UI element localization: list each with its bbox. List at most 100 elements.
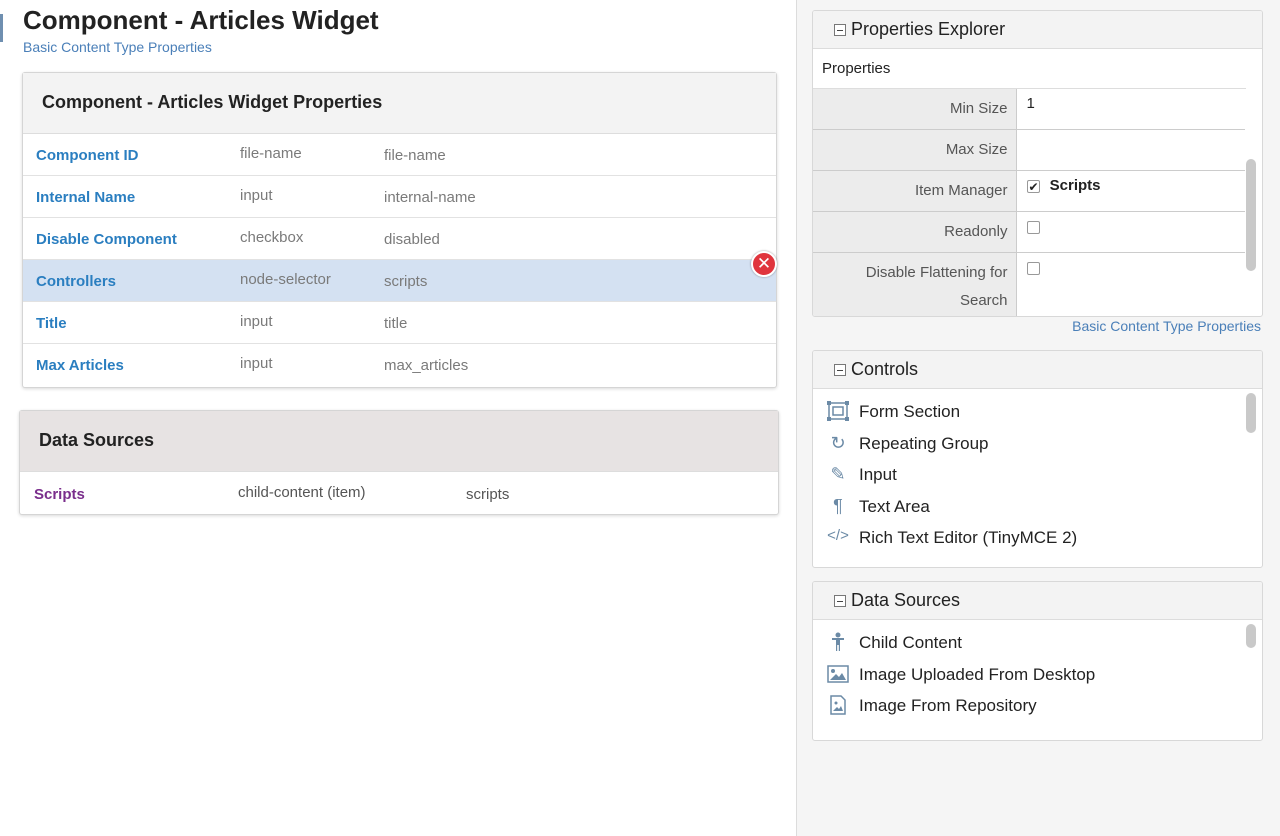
field-label: Max Articles bbox=[36, 357, 124, 374]
control-item[interactable]: ✎ Input bbox=[813, 459, 1262, 491]
field-id: file-name bbox=[384, 147, 446, 164]
data-source-item[interactable]: Image Uploaded From Desktop bbox=[813, 659, 1262, 691]
field-id: disabled bbox=[384, 231, 440, 248]
field-id: title bbox=[384, 315, 408, 332]
accent-bar bbox=[0, 14, 3, 42]
property-row: Min Size 1 bbox=[813, 89, 1245, 130]
field-label: Internal Name bbox=[36, 189, 136, 206]
control-label: Text Area bbox=[859, 496, 930, 516]
min-size-input[interactable]: 1 bbox=[1016, 89, 1245, 130]
collapse-icon[interactable] bbox=[834, 595, 846, 607]
page-subtitle[interactable]: Basic Content Type Properties bbox=[23, 39, 212, 55]
data-source-label: Image From Repository bbox=[859, 696, 1037, 715]
field-label: Controllers bbox=[36, 273, 117, 290]
property-row: Readonly bbox=[813, 211, 1245, 253]
field-id: scripts bbox=[384, 273, 428, 290]
delete-field-button[interactable]: ✕ bbox=[751, 251, 777, 277]
data-sources-list: Child Content Image Uploaded From Deskto… bbox=[813, 620, 1262, 722]
data-sources-panel: Data Sources Child Content Image Uploade… bbox=[812, 581, 1263, 741]
code-icon: </> bbox=[827, 527, 849, 544]
data-sources-header[interactable]: Data Sources bbox=[813, 582, 1262, 620]
field-row[interactable]: Title input title bbox=[23, 302, 776, 344]
field-id: internal-name bbox=[384, 189, 476, 206]
repeat-icon: ↻ bbox=[830, 432, 846, 453]
page-title: Component - Articles Widget bbox=[23, 5, 379, 35]
data-source-label: Image Uploaded From Desktop bbox=[859, 664, 1096, 684]
controls-list: Form Section ↻ Repeating Group ✎ Input ¶… bbox=[813, 389, 1262, 554]
properties-explorer-header[interactable]: Properties Explorer bbox=[813, 11, 1262, 49]
controls-header[interactable]: Controls bbox=[813, 351, 1262, 389]
properties-subheader: Properties bbox=[813, 49, 1246, 89]
field-label: Component ID bbox=[36, 147, 139, 164]
field-type: file-name bbox=[240, 145, 302, 162]
form-editor-area: Component - Articles Widget Basic Conten… bbox=[0, 0, 796, 836]
close-icon: ✕ bbox=[756, 254, 772, 273]
properties-table: Min Size 1 Max Size Item Manager Scripts… bbox=[813, 89, 1245, 316]
collapse-icon[interactable] bbox=[834, 24, 846, 36]
field-type: node-selector bbox=[240, 271, 331, 288]
property-row: Max Size bbox=[813, 129, 1245, 171]
properties-scrollbar[interactable] bbox=[1246, 159, 1256, 271]
datasources-card[interactable]: Data Sources Scripts child-content (item… bbox=[19, 410, 779, 515]
field-id: max_articles bbox=[384, 357, 469, 374]
field-row[interactable]: Disable Component checkbox disabled bbox=[23, 218, 776, 260]
field-type: input bbox=[240, 313, 273, 330]
control-label: Rich Text Editor (TinyMCE 2) bbox=[859, 528, 1078, 547]
control-label: Form Section bbox=[859, 402, 961, 421]
field-row-selected[interactable]: Controllers node-selector scripts bbox=[23, 260, 776, 302]
datasources-card-title[interactable]: Data Sources bbox=[20, 411, 778, 472]
properties-explorer-panel: Properties Explorer Properties Min Size … bbox=[812, 10, 1263, 317]
data-sources-scrollbar[interactable] bbox=[1246, 624, 1256, 648]
child-icon bbox=[827, 632, 849, 652]
control-item[interactable]: Form Section bbox=[813, 396, 1262, 428]
property-key: Disable Flattening for Search bbox=[813, 252, 1017, 316]
property-row: Item Manager Scripts bbox=[813, 170, 1245, 212]
disable-flattening-checkbox[interactable] bbox=[1026, 261, 1040, 275]
paragraph-icon: ¶ bbox=[833, 495, 843, 516]
control-item[interactable]: </> Rich Text Editor (TinyMCE 2) bbox=[813, 522, 1262, 554]
controls-scrollbar[interactable] bbox=[1246, 393, 1256, 433]
file-image-icon bbox=[827, 695, 849, 715]
max-size-input[interactable] bbox=[1016, 129, 1245, 171]
property-key: Max Size bbox=[813, 129, 1017, 171]
datasource-row[interactable]: Scripts child-content (item) scripts bbox=[20, 472, 778, 515]
content-type-properties-link[interactable]: Basic Content Type Properties bbox=[1072, 318, 1261, 334]
field-row[interactable]: Internal Name input internal-name bbox=[23, 176, 776, 218]
control-label: Input bbox=[859, 465, 897, 484]
field-type: checkbox bbox=[240, 229, 304, 246]
control-label: Repeating Group bbox=[859, 433, 989, 453]
collapse-icon[interactable] bbox=[834, 364, 846, 376]
panel-title: Properties Explorer bbox=[851, 19, 1006, 39]
item-manager-checkbox[interactable] bbox=[1026, 178, 1040, 196]
property-value: 1 bbox=[1026, 95, 1035, 112]
panel-title: Data Sources bbox=[851, 590, 961, 610]
edit-icon: ✎ bbox=[830, 464, 846, 484]
data-source-label: Child Content bbox=[859, 633, 963, 652]
readonly-checkbox[interactable] bbox=[1026, 220, 1040, 234]
data-source-item[interactable]: Child Content bbox=[813, 627, 1262, 659]
form-section-icon bbox=[827, 401, 849, 421]
property-key: Min Size bbox=[813, 89, 1017, 130]
property-key: Item Manager bbox=[813, 170, 1017, 212]
image-icon bbox=[827, 664, 849, 684]
control-item[interactable]: ¶ Text Area bbox=[813, 491, 1262, 523]
properties-card[interactable]: Component - Articles Widget Properties C… bbox=[22, 72, 777, 388]
field-label: Disable Component bbox=[36, 231, 177, 248]
panel-title: Controls bbox=[851, 359, 919, 379]
datasource-type: child-content (item) bbox=[238, 484, 366, 501]
property-row: Disable Flattening for Search bbox=[813, 252, 1245, 316]
property-key: Readonly bbox=[813, 211, 1017, 253]
controls-panel: Controls Form Section ↻ Repeating Group … bbox=[812, 350, 1263, 568]
field-label: Title bbox=[36, 315, 67, 332]
properties-card-title[interactable]: Component - Articles Widget Properties bbox=[23, 73, 776, 134]
field-type: input bbox=[240, 187, 273, 204]
datasource-label: Scripts bbox=[34, 486, 85, 503]
item-manager-value: Scripts bbox=[1049, 177, 1101, 194]
data-source-item[interactable]: Image From Repository bbox=[813, 690, 1262, 722]
control-item[interactable]: ↻ Repeating Group bbox=[813, 428, 1262, 460]
field-row[interactable]: Max Articles input max_articles bbox=[23, 344, 776, 386]
field-row[interactable]: Component ID file-name file-name bbox=[23, 134, 776, 176]
right-sidebar: Properties Explorer Properties Min Size … bbox=[796, 0, 1280, 836]
datasource-id: scripts bbox=[466, 486, 510, 503]
field-type: input bbox=[240, 355, 273, 372]
